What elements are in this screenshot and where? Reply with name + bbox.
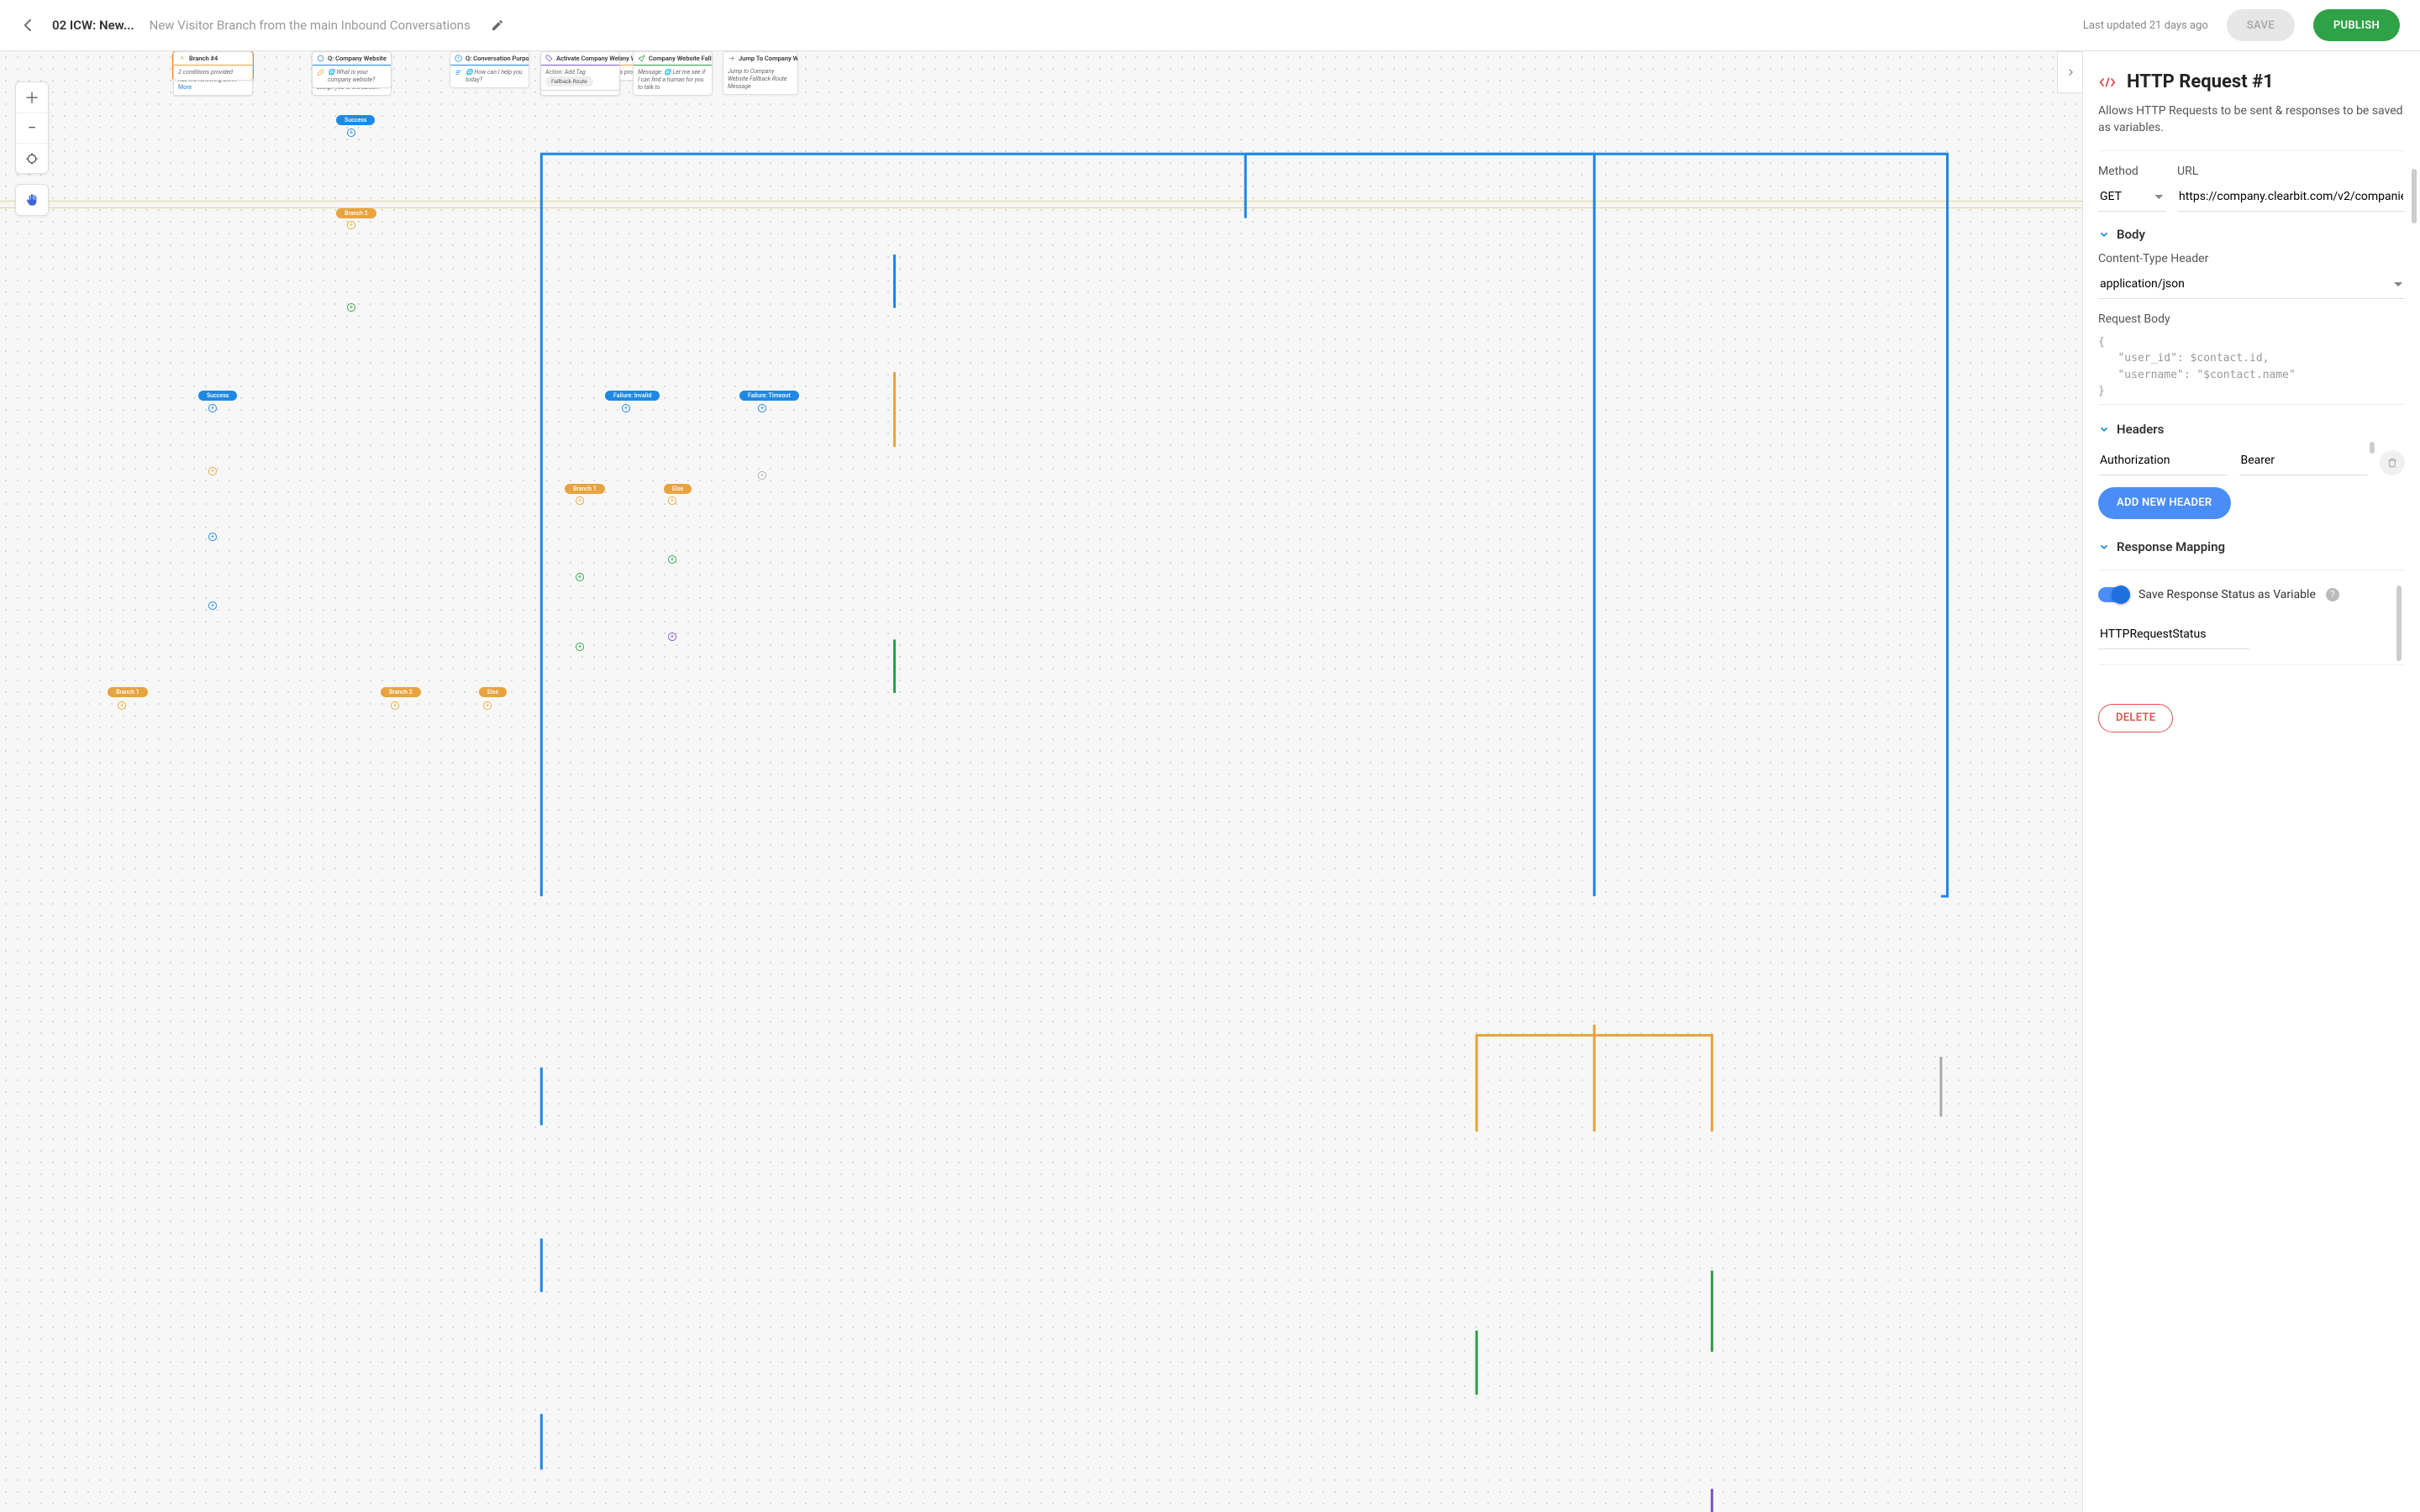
jump-icon xyxy=(728,55,735,62)
url-label: URL xyxy=(2177,165,2405,178)
tag-chip: Fallback Route xyxy=(545,76,593,86)
back-arrow-icon[interactable] xyxy=(20,17,37,34)
add-step-icon[interactable]: + xyxy=(668,633,676,641)
send-icon xyxy=(638,55,645,62)
header-value-input[interactable] xyxy=(2239,447,2369,475)
link-icon xyxy=(317,69,324,76)
scrollbar-thumb[interactable] xyxy=(2370,442,2375,454)
panel-title: HTTP Request #1 xyxy=(2127,71,2274,92)
add-step-icon[interactable]: + xyxy=(758,471,766,480)
save-button[interactable]: SAVE xyxy=(2227,9,2295,41)
add-step-icon[interactable]: + xyxy=(208,601,217,610)
node-q-company-website[interactable]: Q: Company Website 🌐 What is your compan… xyxy=(312,51,392,88)
last-updated: Last updated 21 days ago xyxy=(2083,19,2208,32)
flow-title: 02 ICW: New... xyxy=(52,18,134,33)
help-icon[interactable]: ? xyxy=(2326,588,2339,601)
variable-name-input[interactable] xyxy=(2098,621,2249,649)
hand-icon[interactable] xyxy=(16,185,48,215)
save-status-toggle[interactable] xyxy=(2098,587,2128,602)
more-link[interactable]: More xyxy=(178,84,192,91)
method-label: Method xyxy=(2098,165,2165,178)
tag-icon xyxy=(545,55,553,62)
flow-subtitle: New Visitor Branch from the main Inbound… xyxy=(150,18,471,33)
edge-label-else: Else xyxy=(479,687,507,697)
branch-icon xyxy=(178,55,186,62)
request-body-input[interactable]: { "user_id": $contact.id, "username": "$… xyxy=(2098,331,2405,405)
edge-label-success: Success xyxy=(198,391,237,401)
menu-icon xyxy=(455,69,462,76)
add-step-icon[interactable]: + xyxy=(208,467,217,475)
delete-button[interactable]: DELETE xyxy=(2098,704,2173,732)
edge-label-branch2: Branch 2 xyxy=(336,208,376,218)
edge-label-failure-invalid: Failure: Invalid xyxy=(605,391,660,401)
http-icon xyxy=(2098,73,2117,92)
add-step-icon[interactable]: + xyxy=(668,555,676,564)
content-type-label: Content-Type Header xyxy=(2098,252,2405,265)
side-panel: HTTP Request #1 Allows HTTP Requests to … xyxy=(2082,51,2420,1512)
scrollbar-thumb[interactable] xyxy=(2396,585,2402,661)
delete-header-button[interactable] xyxy=(2380,450,2405,475)
content-type-select[interactable]: application/json xyxy=(2098,270,2405,299)
edge-label-else: Else xyxy=(664,484,692,494)
panel-description: Allows HTTP Requests to be sent & respon… xyxy=(2098,102,2405,151)
add-step-icon[interactable]: + xyxy=(347,129,355,137)
collapse-panel-button[interactable] xyxy=(2057,51,2082,93)
add-step-icon[interactable]: + xyxy=(391,701,399,710)
add-step-icon[interactable]: + xyxy=(758,404,766,412)
edge-label-failure-timeout: Failure: Timeout xyxy=(739,391,799,401)
question-icon xyxy=(317,55,324,62)
edit-icon[interactable] xyxy=(491,18,504,32)
flow-canvas[interactable]: ＋ − xyxy=(0,51,2082,1512)
url-input[interactable] xyxy=(2177,183,2405,212)
add-step-icon[interactable]: + xyxy=(347,303,355,312)
header-key-input[interactable] xyxy=(2098,447,2228,475)
recenter-button[interactable] xyxy=(16,143,48,173)
trash-icon xyxy=(2386,457,2398,469)
add-step-icon[interactable]: + xyxy=(483,701,492,710)
chevron-down-icon xyxy=(2098,228,2110,240)
zoom-controls: ＋ − xyxy=(15,81,49,174)
request-body-label: Request Body xyxy=(2098,312,2405,326)
node-conversation-purpose[interactable]: ?Q: Conversation Purpose 🌐 How can I hel… xyxy=(450,51,529,88)
add-step-icon[interactable]: + xyxy=(668,496,676,505)
response-mapping-toggle[interactable]: Response Mapping xyxy=(2098,539,2405,554)
publish-button[interactable]: PUBLISH xyxy=(2313,9,2400,41)
top-bar: 02 ICW: New... New Visitor Branch from t… xyxy=(0,0,2420,51)
add-step-icon[interactable]: + xyxy=(576,643,584,651)
question-icon: ? xyxy=(455,55,462,62)
add-header-button[interactable]: ADD NEW HEADER xyxy=(2098,487,2231,519)
save-status-label: Save Response Status as Variable xyxy=(2139,588,2316,601)
node-branch-4[interactable]: Branch #4 2 conditions provided xyxy=(173,51,253,81)
node-fallback-talk-human[interactable]: Company Website Fallb... Message: 🌐 Let … xyxy=(633,51,713,96)
add-step-icon[interactable]: + xyxy=(208,533,217,541)
zoom-in-button[interactable]: ＋ xyxy=(16,82,48,113)
node-jump-to-fallback[interactable]: Jump To Company Web... Jump to Company W… xyxy=(723,51,798,95)
scrollbar-thumb[interactable] xyxy=(2412,169,2417,223)
edge-label-branch2: Branch 2 xyxy=(381,687,421,697)
add-step-icon[interactable]: + xyxy=(576,573,584,581)
headers-section-toggle[interactable]: Headers xyxy=(2098,422,2405,437)
method-select[interactable]: GET xyxy=(2098,183,2165,212)
add-step-icon[interactable]: + xyxy=(347,221,355,229)
node-activate-fallback[interactable]: Activate Company Webs... Action: Add Tag… xyxy=(540,51,620,91)
chevron-down-icon xyxy=(2098,541,2110,553)
zoom-out-button[interactable]: − xyxy=(16,113,48,143)
add-step-icon[interactable]: + xyxy=(622,404,630,412)
add-step-icon[interactable]: + xyxy=(576,496,584,505)
pan-toggle[interactable] xyxy=(15,184,49,216)
add-step-icon[interactable]: + xyxy=(118,701,126,710)
edge-label-branch1: Branch 1 xyxy=(565,484,605,494)
edge-label-success: Success xyxy=(336,115,375,125)
chevron-down-icon xyxy=(2098,423,2110,435)
svg-text:?: ? xyxy=(457,56,460,61)
add-step-icon[interactable]: + xyxy=(208,404,217,412)
edge-label-branch1: Branch 1 xyxy=(108,687,148,697)
body-section-toggle[interactable]: Body xyxy=(2098,227,2405,242)
